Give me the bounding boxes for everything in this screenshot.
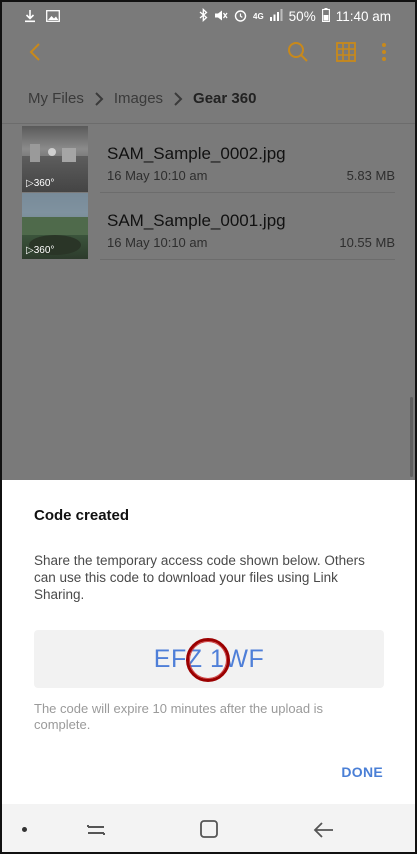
file-date: 16 May 10:10 am [107,235,208,250]
mute-icon [214,9,228,25]
scrollbar[interactable] [410,397,413,477]
more-options-button[interactable] [374,40,394,64]
nav-dot-icon[interactable] [22,827,27,832]
alarm-icon [234,9,247,25]
network-type: 4G [253,11,264,21]
list-item[interactable]: ▷360° SAM_Sample_0002.jpg 16 May 10:10 a… [2,126,415,192]
home-button[interactable] [198,818,220,840]
app-bar [2,32,415,74]
search-button[interactable] [286,40,310,64]
bluetooth-icon [199,7,208,25]
search-icon [288,42,308,62]
file-list: ▷360° SAM_Sample_0002.jpg 16 May 10:10 a… [2,124,415,480]
divider [100,259,395,260]
highlight-circle [186,638,230,682]
clock: 11:40 am [335,9,391,24]
thumbnail-360-badge: ▷360° [26,245,55,256]
status-right: 4G 50% 11:40 am [199,7,391,25]
navigation-bar [2,804,415,852]
chevron-right-icon [94,91,104,106]
thumbnail-360-badge: ▷360° [26,178,55,189]
back-button[interactable] [24,40,48,64]
file-name: SAM_Sample_0001.jpg [107,211,286,230]
breadcrumb-gear-360: Gear 360 [193,90,257,107]
download-icon [24,9,36,26]
breadcrumb: My Files Images Gear 360 [2,74,415,124]
battery-icon [321,8,330,25]
breadcrumb-my-files[interactable]: My Files [28,90,84,107]
file-thumbnail: ▷360° [22,193,88,259]
grid-view-icon [336,42,356,62]
nav-back-button[interactable] [312,819,336,841]
expiry-note: The code will expire 10 minutes after th… [34,701,324,732]
dialog-title: Code created [34,507,130,524]
home-icon [200,820,218,838]
file-size: 10.55 MB [339,235,395,250]
file-size: 5.83 MB [346,168,395,183]
list-item[interactable]: ▷360° SAM_Sample_0001.jpg 16 May 10:10 a… [2,193,415,259]
image-icon [46,10,60,25]
file-date: 16 May 10:10 am [107,168,208,183]
breadcrumb-images[interactable]: Images [114,90,163,107]
battery-percent: 50% [288,9,316,24]
grid-view-button[interactable] [334,40,358,64]
more-icon [382,43,386,61]
recent-apps-button[interactable] [84,820,108,840]
done-button[interactable]: DONE [341,764,383,780]
chevron-right-icon [173,91,183,106]
code-created-dialog: Code created Share the temporary access … [2,480,415,804]
back-icon [29,43,40,61]
recent-apps-icon [87,825,105,835]
status-bar: 4G 50% 11:40 am [2,2,415,32]
signal-icon [269,9,283,24]
status-left [24,9,60,26]
dialog-message: Share the temporary access code shown be… [34,553,365,602]
file-thumbnail: ▷360° [22,126,88,192]
phone-screen: 4G 50% 11:40 am My Files Images Gear 360… [0,0,417,854]
back-arrow-icon [313,822,333,838]
file-name: SAM_Sample_0002.jpg [107,144,286,163]
